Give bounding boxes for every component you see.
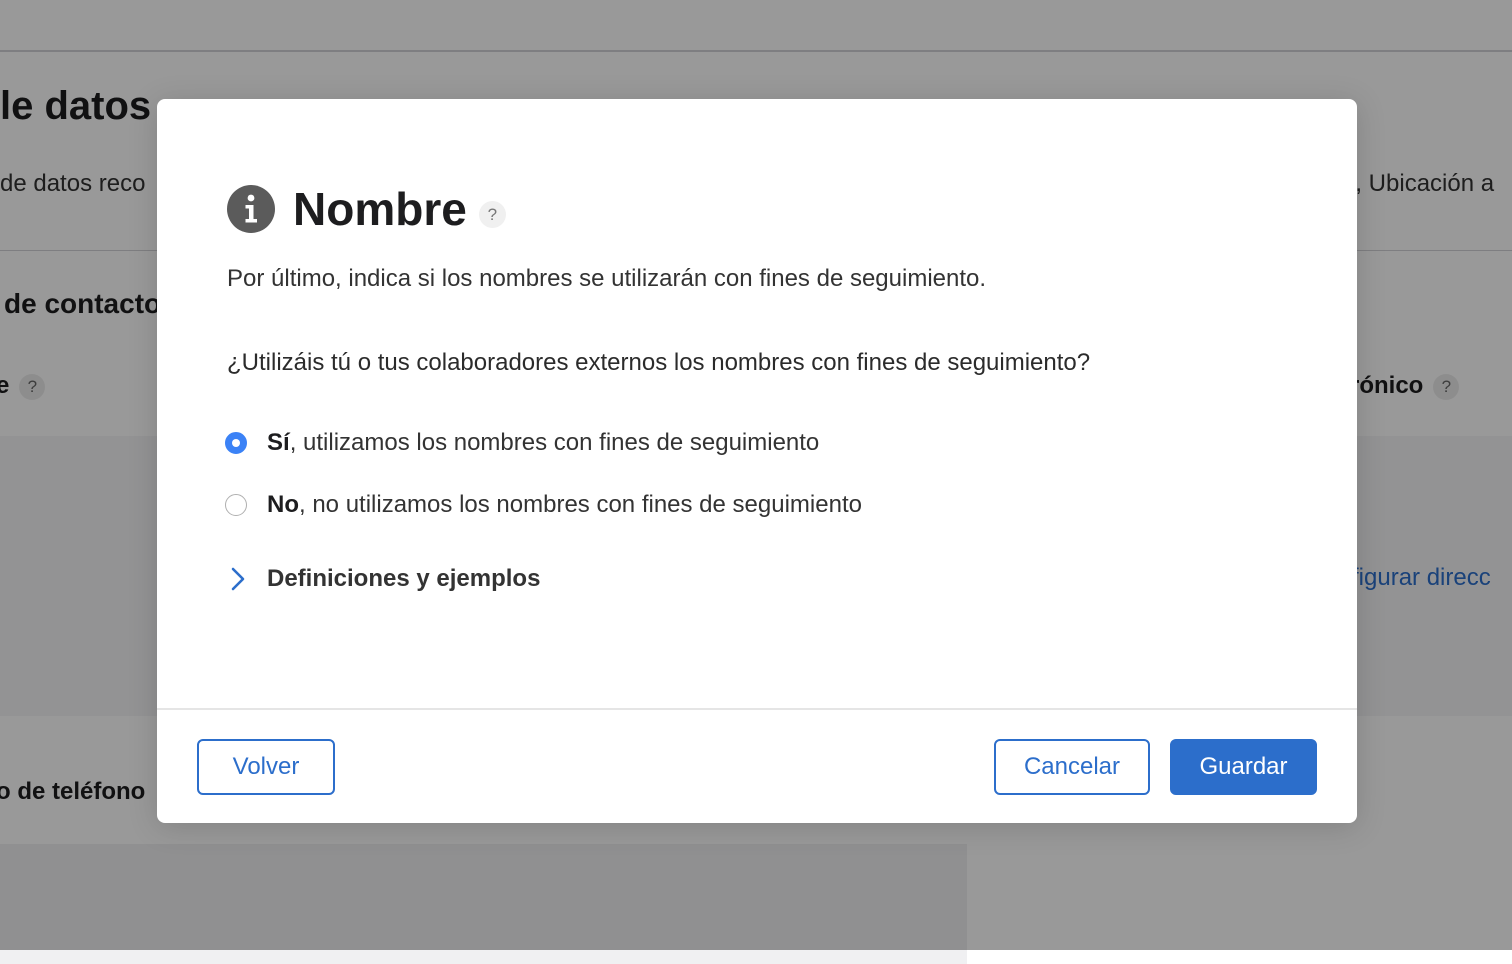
option-yes[interactable]: Sí, utilizamos los nombres con fines de … xyxy=(225,429,819,457)
option-no-bold: No xyxy=(267,491,299,518)
option-yes-text: , utilizamos los nombres con fines de se… xyxy=(289,429,820,456)
definitions-disclosure[interactable]: Definiciones y ejemplos xyxy=(227,565,540,593)
radio-yes[interactable] xyxy=(225,432,247,454)
option-no-label: No, no utilizamos los nombres con fines … xyxy=(267,491,862,519)
tracking-question: ¿Utilizáis tú o tus colaboradores extern… xyxy=(227,349,1091,376)
option-yes-label: Sí, utilizamos los nombres con fines de … xyxy=(267,429,819,457)
cancel-button[interactable]: Cancelar xyxy=(994,739,1150,795)
definitions-label: Definiciones y ejemplos xyxy=(267,565,541,592)
modal-description: Por último, indica si los nombres se uti… xyxy=(227,265,987,292)
modal-title: Nombre xyxy=(293,183,467,235)
option-no-text: , no utilizamos los nombres con fines de… xyxy=(299,491,862,518)
save-button[interactable]: Guardar xyxy=(1170,739,1317,795)
tracking-modal: Nombre ? Por último, indica si los nombr… xyxy=(157,99,1357,823)
modal-footer-divider xyxy=(157,708,1357,710)
radio-no[interactable] xyxy=(225,494,247,516)
modal-header: Nombre ? xyxy=(227,179,506,239)
chevron-right-icon xyxy=(231,567,245,591)
back-button[interactable]: Volver xyxy=(197,739,335,795)
info-icon xyxy=(227,185,275,233)
help-icon[interactable]: ? xyxy=(478,200,506,228)
option-yes-bold: Sí xyxy=(267,429,290,456)
option-no[interactable]: No, no utilizamos los nombres con fines … xyxy=(225,491,862,519)
